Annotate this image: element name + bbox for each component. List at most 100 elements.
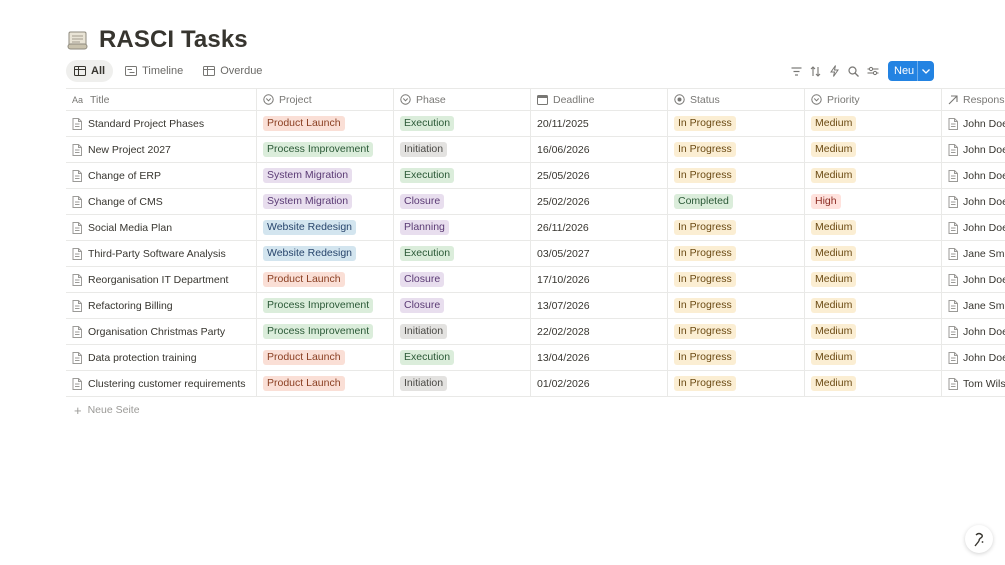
task-title[interactable]: Change of ERP	[88, 170, 161, 182]
phase-cell[interactable]: Initiation	[394, 137, 531, 162]
table-row[interactable]: Third-Party Software Analysis Website Red…	[66, 241, 1005, 267]
project-cell[interactable]: Product Launch	[257, 345, 394, 370]
filter-icon[interactable]	[787, 61, 806, 81]
responsible-person[interactable]: John Doe	[963, 170, 1005, 182]
title-cell[interactable]: Data protection training	[66, 345, 257, 370]
project-tag[interactable]: System Migration	[263, 168, 353, 183]
column-header-project[interactable]: Project	[257, 89, 394, 110]
responsible-cell[interactable]: Jane Smi	[942, 293, 1005, 318]
title-cell[interactable]: Reorganisation IT Department	[66, 267, 257, 292]
title-cell[interactable]: Change of CMS	[66, 189, 257, 214]
project-tag[interactable]: System Migration	[263, 194, 353, 209]
deadline-cell[interactable]: 25/05/2026	[531, 163, 668, 188]
table-row[interactable]: Clustering customer requirements Product …	[66, 371, 1005, 397]
project-cell[interactable]: Product Launch	[257, 371, 394, 396]
title-cell[interactable]: New Project 2027	[66, 137, 257, 162]
project-cell[interactable]: Website Redesign	[257, 241, 394, 266]
priority-cell[interactable]: Medium	[805, 215, 942, 240]
responsible-cell[interactable]: John Doe	[942, 163, 1005, 188]
task-title[interactable]: Third-Party Software Analysis	[88, 248, 226, 260]
deadline-cell[interactable]: 25/02/2026	[531, 189, 668, 214]
table-row[interactable]: Standard Project Phases Product Launch Exe…	[66, 111, 1005, 137]
title-cell[interactable]: Standard Project Phases	[66, 111, 257, 136]
responsible-person[interactable]: John Doe	[963, 352, 1005, 364]
status-tag[interactable]: In Progress	[674, 376, 736, 391]
responsible-person[interactable]: Jane Smi	[963, 248, 1005, 260]
chevron-down-icon[interactable]	[917, 61, 934, 81]
priority-cell[interactable]: Medium	[805, 163, 942, 188]
priority-cell[interactable]: Medium	[805, 267, 942, 292]
responsible-person[interactable]: John Doe	[963, 222, 1005, 234]
task-title[interactable]: Clustering customer requirements	[88, 378, 246, 390]
phase-cell[interactable]: Execution	[394, 111, 531, 136]
deadline-cell[interactable]: 13/04/2026	[531, 345, 668, 370]
priority-tag[interactable]: Medium	[811, 272, 857, 287]
priority-cell[interactable]: Medium	[805, 111, 942, 136]
column-header-deadline[interactable]: Deadline	[531, 89, 668, 110]
responsible-person[interactable]: John Doe	[963, 118, 1005, 130]
deadline-cell[interactable]: 03/05/2027	[531, 241, 668, 266]
phase-cell[interactable]: Execution	[394, 241, 531, 266]
title-cell[interactable]: Refactoring Billing	[66, 293, 257, 318]
responsible-cell[interactable]: Tom Wils	[942, 371, 1005, 396]
sort-icon[interactable]	[806, 61, 825, 81]
responsible-person[interactable]: Jane Smi	[963, 300, 1005, 312]
column-header-status[interactable]: Status	[668, 89, 805, 110]
project-cell[interactable]: Product Launch	[257, 267, 394, 292]
status-cell[interactable]: In Progress	[668, 319, 805, 344]
task-title[interactable]: New Project 2027	[88, 144, 171, 156]
new-page-button[interactable]: + Neue Seite	[66, 397, 1005, 423]
responsible-cell[interactable]: John Doe	[942, 137, 1005, 162]
phase-tag[interactable]: Execution	[400, 168, 455, 183]
phase-tag[interactable]: Initiation	[400, 324, 448, 339]
project-tag[interactable]: Process Improvement	[263, 142, 374, 157]
project-tag[interactable]: Process Improvement	[263, 298, 374, 313]
table-row[interactable]: Data protection training Product Launch Ex…	[66, 345, 1005, 371]
deadline-cell[interactable]: 13/07/2026	[531, 293, 668, 318]
project-tag[interactable]: Website Redesign	[263, 246, 357, 261]
status-cell[interactable]: Completed	[668, 189, 805, 214]
status-tag[interactable]: In Progress	[674, 220, 736, 235]
status-tag[interactable]: Completed	[674, 194, 733, 209]
deadline-cell[interactable]: 01/02/2026	[531, 371, 668, 396]
search-icon[interactable]	[844, 61, 863, 81]
responsible-person[interactable]: John Doe	[963, 144, 1005, 156]
responsible-cell[interactable]: John Doe	[942, 111, 1005, 136]
priority-tag[interactable]: Medium	[811, 298, 857, 313]
responsible-cell[interactable]: John Doe	[942, 189, 1005, 214]
responsible-cell[interactable]: John Doe	[942, 319, 1005, 344]
deadline-cell[interactable]: 20/11/2025	[531, 111, 668, 136]
project-tag[interactable]: Process Improvement	[263, 324, 374, 339]
priority-cell[interactable]: High	[805, 189, 942, 214]
responsible-person[interactable]: Tom Wils	[963, 378, 1005, 390]
project-cell[interactable]: Website Redesign	[257, 215, 394, 240]
phase-cell[interactable]: Initiation	[394, 319, 531, 344]
priority-tag[interactable]: Medium	[811, 350, 857, 365]
priority-tag[interactable]: Medium	[811, 246, 857, 261]
responsible-cell[interactable]: John Doe	[942, 345, 1005, 370]
priority-cell[interactable]: Medium	[805, 293, 942, 318]
status-cell[interactable]: In Progress	[668, 111, 805, 136]
new-button[interactable]: Neu	[888, 61, 934, 81]
column-header-title[interactable]: Aa Title	[66, 89, 257, 110]
status-cell[interactable]: In Progress	[668, 293, 805, 318]
project-cell[interactable]: System Migration	[257, 189, 394, 214]
tab-timeline[interactable]: Timeline	[117, 60, 191, 82]
phase-cell[interactable]: Execution	[394, 345, 531, 370]
status-cell[interactable]: In Progress	[668, 345, 805, 370]
priority-tag[interactable]: Medium	[811, 324, 857, 339]
phase-tag[interactable]: Initiation	[400, 142, 448, 157]
project-cell[interactable]: Process Improvement	[257, 293, 394, 318]
task-title[interactable]: Change of CMS	[88, 196, 163, 208]
project-tag[interactable]: Product Launch	[263, 350, 345, 365]
priority-tag[interactable]: Medium	[811, 142, 857, 157]
phase-tag[interactable]: Initiation	[400, 376, 448, 391]
status-cell[interactable]: In Progress	[668, 267, 805, 292]
priority-tag[interactable]: Medium	[811, 116, 857, 131]
project-cell[interactable]: Process Improvement	[257, 137, 394, 162]
task-title[interactable]: Reorganisation IT Department	[88, 274, 228, 286]
status-cell[interactable]: In Progress	[668, 137, 805, 162]
phase-cell[interactable]: Initiation	[394, 371, 531, 396]
table-row[interactable]: Organisation Christmas Party Process Impr…	[66, 319, 1005, 345]
responsible-cell[interactable]: Jane Smi	[942, 241, 1005, 266]
